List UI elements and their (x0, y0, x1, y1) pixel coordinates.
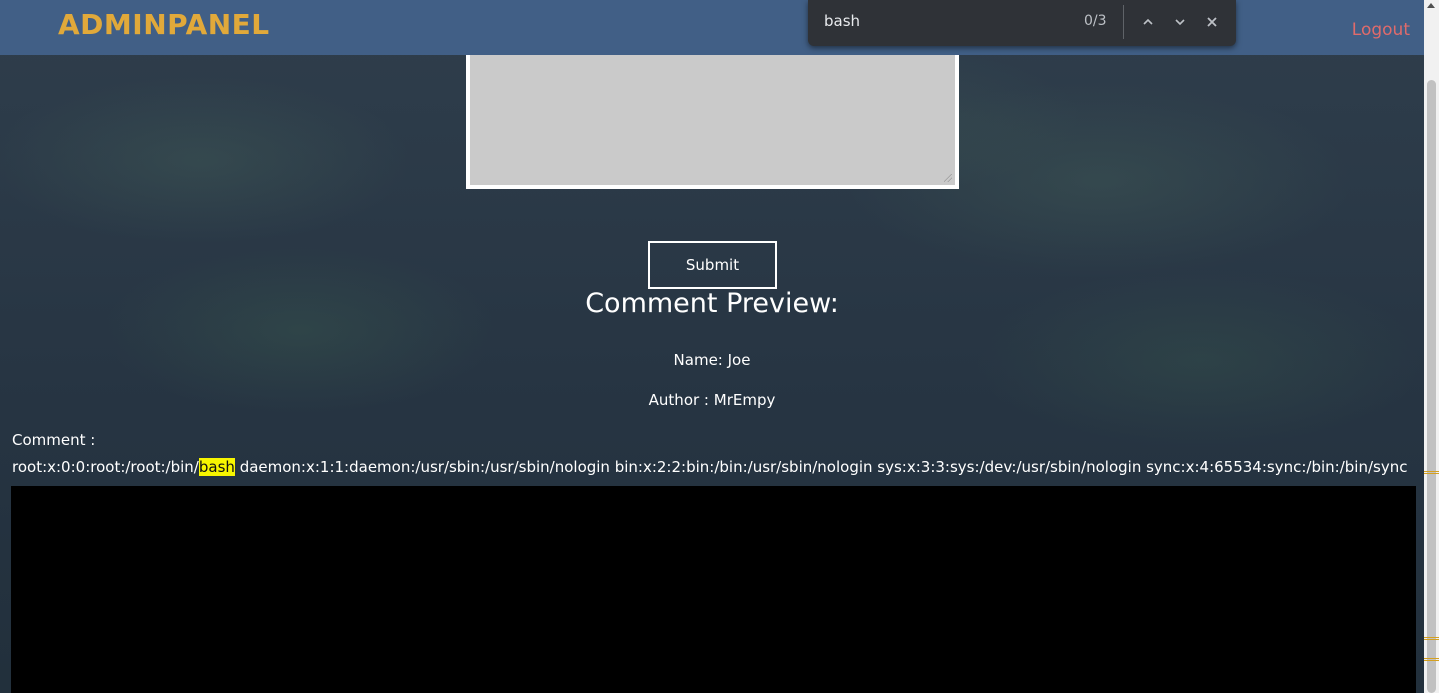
preview-author: Author : MrEmpy (648, 391, 776, 409)
comment-textarea[interactable] (470, 55, 955, 185)
find-result-marker (1424, 637, 1439, 640)
comment-text-prefix: root:x:0:0:root:/root:/bin/ (12, 458, 199, 476)
find-next-button[interactable] (1168, 11, 1192, 33)
comment-textarea-frame (466, 55, 959, 189)
vertical-scrollbar[interactable] (1424, 0, 1439, 693)
scrollbar-thumb[interactable] (1427, 80, 1436, 693)
find-input[interactable]: bash (824, 12, 860, 30)
logout-link[interactable]: Logout (1352, 20, 1410, 40)
find-bar: bash 0/3 (808, 0, 1236, 46)
comment-preview-heading: Comment Preview: (585, 288, 839, 319)
find-match-count: 0/3 (1084, 13, 1107, 29)
preview-comment-label: Comment : (12, 431, 96, 449)
preview-name: Name: Joe (673, 351, 751, 369)
find-close-button[interactable] (1200, 11, 1224, 33)
find-match-highlight: bash (198, 458, 235, 476)
comment-text-suffix: daemon:x:1:1:daemon:/usr/sbin:/usr/sbin/… (234, 458, 1408, 476)
submit-button[interactable]: Submit (648, 241, 777, 289)
brand-logo[interactable]: ADMINPANEL (58, 8, 270, 41)
find-result-marker (1424, 471, 1439, 474)
resize-grip-icon[interactable] (944, 174, 952, 182)
scroll-up-arrow-icon[interactable] (1427, 3, 1435, 8)
chevron-down-icon (1175, 19, 1185, 26)
preview-comment-text: root:x:0:0:root:/root:/bin/bash daemon:x… (12, 455, 1412, 487)
close-icon (1207, 17, 1217, 27)
chevron-up-icon (1143, 18, 1153, 25)
find-previous-button[interactable] (1136, 11, 1160, 33)
find-divider (1123, 5, 1124, 39)
black-overlay-panel (11, 486, 1416, 693)
find-result-marker (1424, 658, 1439, 661)
